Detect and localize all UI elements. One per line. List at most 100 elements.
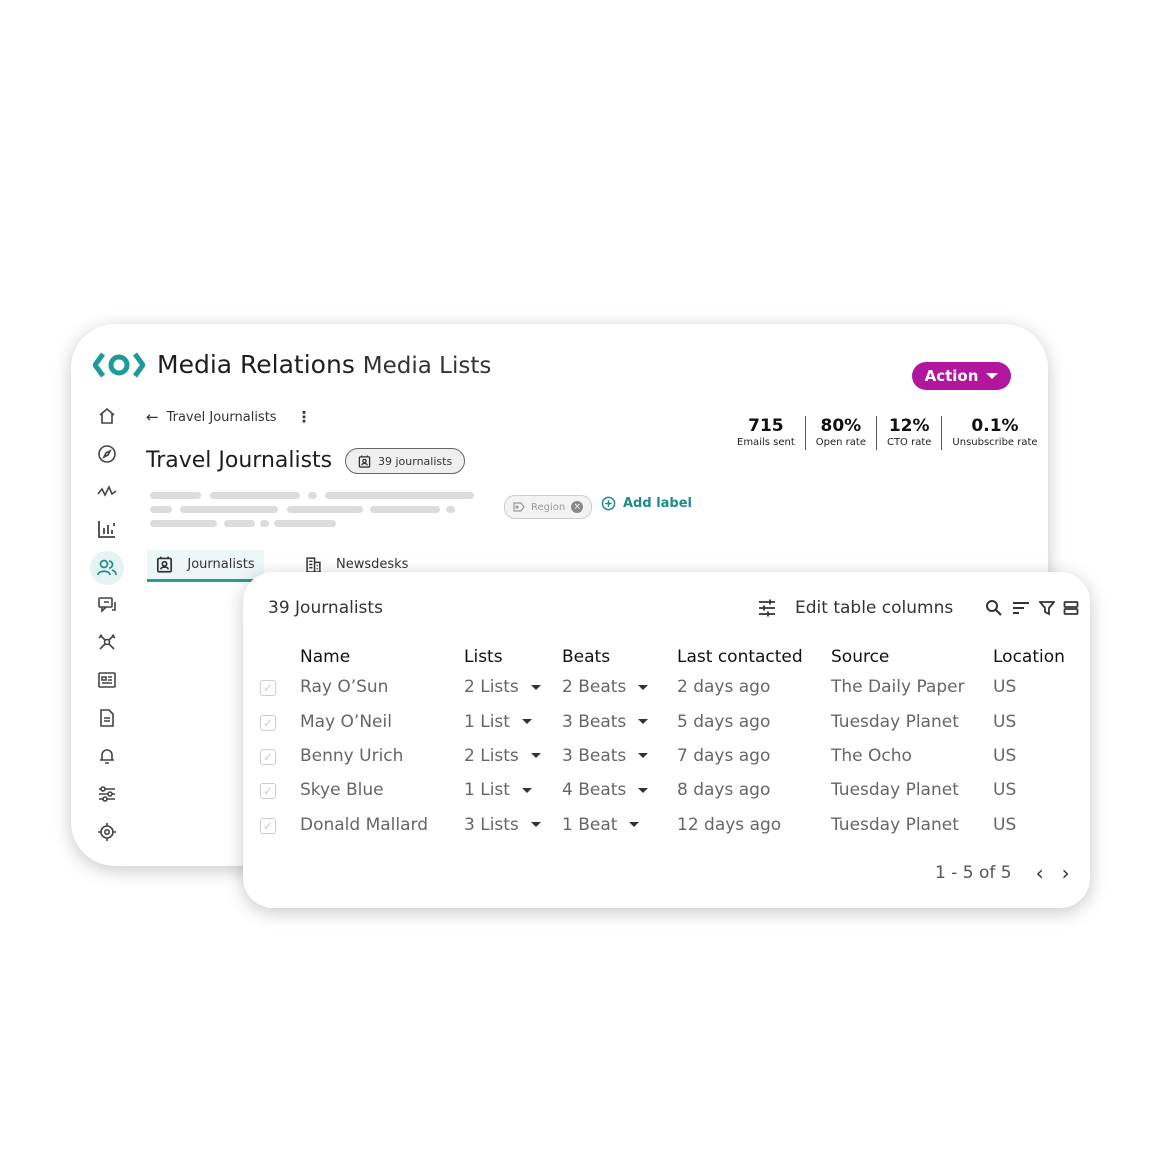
skeleton-line bbox=[287, 506, 363, 513]
select-column-header bbox=[260, 644, 300, 670]
table-row: ✓ Ray O’Sun 2 Lists 2 Beats 2 days ago T… bbox=[260, 670, 1073, 704]
column-header-beats[interactable]: Beats bbox=[562, 644, 677, 670]
column-header-lists[interactable]: Lists bbox=[464, 644, 562, 670]
table-row: ✓ Skye Blue 1 List 4 Beats 8 days ago Tu… bbox=[260, 773, 1073, 807]
beats-dropdown[interactable]: 3 Beats bbox=[562, 712, 649, 732]
journalist-count-badge: 39 journalists bbox=[345, 448, 466, 474]
newspaper-icon[interactable] bbox=[95, 668, 119, 692]
table-row: ✓ Donald Mallard 3 Lists 1 Beat 12 days … bbox=[260, 808, 1073, 842]
lists-dropdown[interactable]: 3 Lists bbox=[464, 815, 541, 835]
row-checkbox[interactable]: ✓ bbox=[260, 783, 276, 800]
stat-value: 80% bbox=[820, 416, 862, 436]
action-button[interactable]: Action bbox=[912, 362, 1011, 390]
lists-dropdown[interactable]: 1 List bbox=[464, 712, 532, 732]
cell-source: Tuesday Planet bbox=[831, 711, 959, 732]
analytics-icon[interactable] bbox=[95, 517, 119, 541]
tab-newsdesks[interactable]: Newsdesks bbox=[305, 556, 408, 573]
row-checkbox[interactable]: ✓ bbox=[260, 817, 276, 834]
column-header-source[interactable]: Source bbox=[831, 644, 993, 670]
app-title: Media Relations Media Lists bbox=[157, 350, 491, 379]
filter-icon[interactable] bbox=[1039, 599, 1056, 617]
cell-location: US bbox=[993, 780, 1017, 801]
tag-icon bbox=[513, 502, 525, 512]
edit-table-columns-button[interactable]: Edit table columns bbox=[795, 598, 953, 618]
app-section: Media Lists bbox=[362, 353, 492, 379]
compass-icon[interactable] bbox=[95, 442, 119, 466]
sort-icon[interactable] bbox=[1011, 599, 1031, 617]
sliders-icon[interactable] bbox=[95, 782, 119, 806]
caret-down-icon bbox=[986, 373, 999, 379]
lists-dropdown[interactable]: 1 List bbox=[464, 780, 532, 800]
cell-source: The Daily Paper bbox=[831, 677, 965, 698]
lists-value: 1 List bbox=[464, 711, 510, 732]
region-label-chip[interactable]: Region × bbox=[504, 495, 593, 519]
document-icon[interactable] bbox=[95, 706, 119, 730]
skeleton-dot bbox=[308, 492, 317, 499]
page-title: Travel Journalists bbox=[146, 448, 333, 473]
network-icon[interactable] bbox=[95, 630, 119, 654]
lists-value: 2 Lists bbox=[464, 677, 519, 698]
cell-location: US bbox=[993, 677, 1017, 698]
activity-icon[interactable] bbox=[95, 480, 119, 504]
row-checkbox[interactable]: ✓ bbox=[260, 714, 276, 731]
caret-down-icon bbox=[521, 719, 532, 725]
column-header-location[interactable]: Location bbox=[993, 644, 1073, 670]
cell-last-contacted: 8 days ago bbox=[677, 780, 771, 801]
remove-chip-icon[interactable]: × bbox=[571, 501, 584, 513]
skeleton-line bbox=[274, 520, 336, 527]
home-icon[interactable] bbox=[95, 404, 119, 428]
skeleton-line bbox=[370, 506, 440, 513]
skeleton-dot bbox=[446, 506, 455, 513]
lists-dropdown[interactable]: 2 Lists bbox=[464, 746, 541, 766]
skeleton-line bbox=[224, 520, 255, 527]
skeleton-line bbox=[180, 506, 278, 513]
more-vertical-icon[interactable]: ⋮ bbox=[297, 408, 312, 426]
cell-name[interactable]: Donald Mallard bbox=[300, 808, 464, 842]
chevron-left-icon[interactable]: ‹ bbox=[1036, 861, 1044, 885]
chevron-right-icon[interactable]: › bbox=[1062, 861, 1070, 885]
caret-down-icon bbox=[530, 822, 541, 828]
beats-value: 2 Beats bbox=[562, 677, 627, 698]
pagination: 1 - 5 of 5 ‹ › bbox=[935, 861, 1070, 885]
beats-dropdown[interactable]: 3 Beats bbox=[562, 745, 649, 766]
skeleton-line bbox=[325, 492, 474, 499]
lists-dropdown[interactable]: 2 Lists bbox=[464, 677, 541, 697]
caret-down-icon bbox=[638, 753, 649, 759]
beats-dropdown[interactable]: 4 Beats bbox=[562, 780, 649, 800]
cell-source: Tuesday Planet bbox=[831, 814, 959, 835]
cell-name[interactable]: May O’Neil bbox=[300, 704, 464, 738]
bell-icon[interactable] bbox=[95, 744, 119, 768]
row-checkbox[interactable]: ✓ bbox=[260, 680, 276, 697]
stat-value: 12% bbox=[888, 416, 930, 436]
tune-icon[interactable] bbox=[757, 598, 777, 618]
skeleton-line bbox=[150, 520, 217, 527]
journalists-table: Name Lists Beats Last contacted Source L… bbox=[260, 644, 1073, 842]
skeleton-line bbox=[150, 506, 172, 513]
cell-name[interactable]: Skye Blue bbox=[300, 773, 464, 807]
beats-dropdown[interactable]: 1 Beat bbox=[562, 815, 640, 835]
journalist-count-label: 39 journalists bbox=[378, 454, 453, 468]
lists-value: 2 Lists bbox=[464, 745, 519, 766]
action-button-label: Action bbox=[924, 367, 979, 385]
cell-name[interactable]: Ray O’Sun bbox=[300, 670, 464, 704]
caret-down-icon bbox=[638, 787, 649, 793]
caret-down-icon bbox=[530, 753, 541, 759]
beats-dropdown[interactable]: 2 Beats bbox=[562, 677, 649, 698]
back-arrow-icon[interactable]: ← bbox=[146, 408, 159, 426]
column-header-last-contacted[interactable]: Last contacted bbox=[677, 644, 831, 670]
beats-value: 3 Beats bbox=[562, 745, 627, 766]
settings-icon[interactable] bbox=[95, 820, 119, 844]
skeleton-dot bbox=[260, 520, 269, 527]
breadcrumb-label[interactable]: Travel Journalists bbox=[167, 410, 277, 425]
row-checkbox[interactable]: ✓ bbox=[260, 748, 276, 765]
chat-icon[interactable] bbox=[95, 593, 119, 617]
tab-journalists[interactable]: Journalists bbox=[147, 550, 264, 582]
add-label-button[interactable]: Add label bbox=[601, 496, 692, 511]
people-icon[interactable] bbox=[90, 551, 124, 585]
column-header-name[interactable]: Name bbox=[300, 644, 464, 670]
search-icon[interactable] bbox=[985, 599, 1003, 617]
campaign-stats: 715 Emails sent 80% Open rate 12% CTO ra… bbox=[727, 416, 1048, 450]
table-row: ✓ Benny Urich 2 Lists 3 Beats 7 days ago… bbox=[260, 739, 1073, 773]
cell-name[interactable]: Benny Urich bbox=[300, 739, 464, 773]
density-icon[interactable] bbox=[1063, 599, 1079, 617]
